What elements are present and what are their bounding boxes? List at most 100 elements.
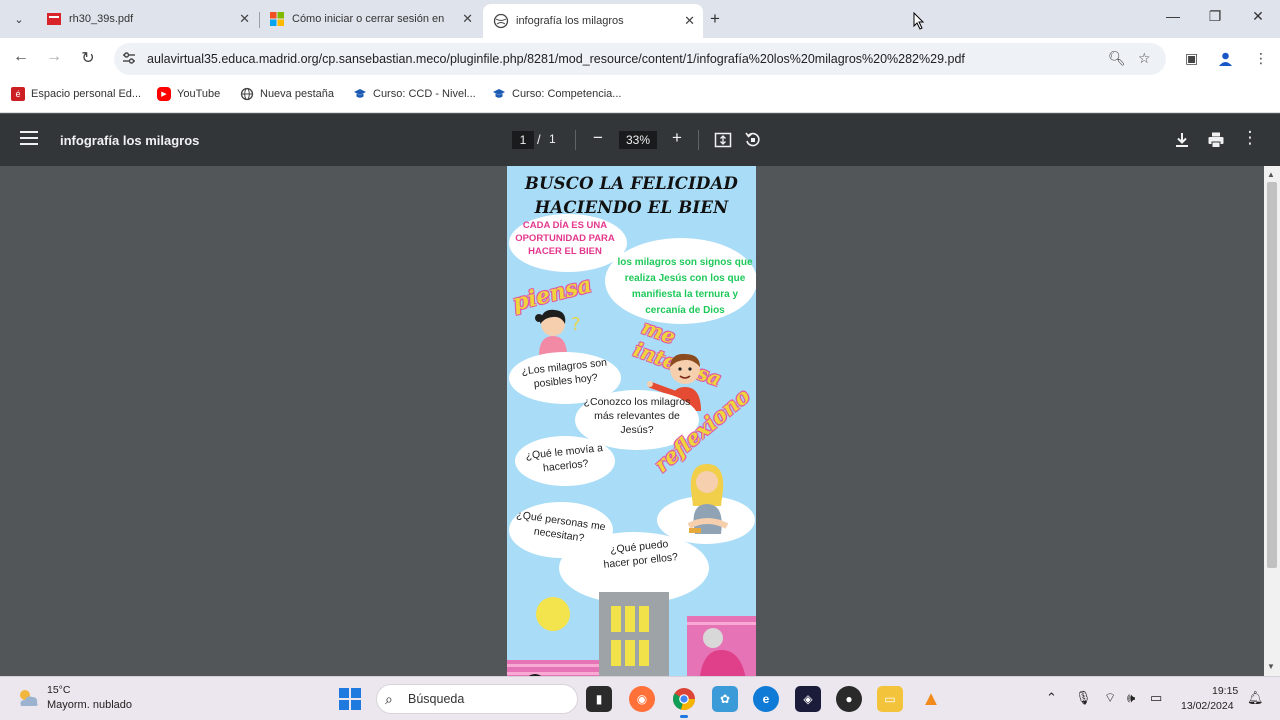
scroll-down-arrow-icon[interactable]: ▼ xyxy=(1267,662,1275,671)
title-line-1: BUSCO LA FELICIDAD xyxy=(524,174,739,193)
wifi-icon[interactable]: ⌔ xyxy=(1104,690,1116,706)
side-panel-icon[interactable]: ▣ xyxy=(1185,50,1198,67)
file-explorer-icon[interactable]: ▭ xyxy=(877,686,903,712)
download-icon[interactable] xyxy=(1173,131,1191,149)
mouse-cursor-icon xyxy=(913,12,925,30)
close-window-button[interactable]: ✕ xyxy=(1243,8,1273,25)
question-know-miracles: ¿Conozco los milagros más relevantes de … xyxy=(583,396,691,436)
bookmark-label: Curso: Competencia... xyxy=(512,88,622,100)
svg-text:?: ? xyxy=(571,314,581,335)
tab-strip: ⌄ rh30_39s.pdf ✕ Cómo iniciar o cerrar s… xyxy=(0,0,1280,38)
page-total: 1 xyxy=(549,132,556,146)
bookmark-label: YouTube xyxy=(177,88,221,100)
tab-microsoft-help[interactable]: Cómo iniciar o cerrar sesión en ✕ xyxy=(259,6,481,32)
site-globe-icon xyxy=(493,13,509,29)
windows-taskbar: 15°C Mayorm. nublado ⌕ Búsqueda ▮ ◉ ✿ e … xyxy=(0,676,1280,720)
reload-button[interactable]: ↻ xyxy=(77,48,99,68)
tab-search-button[interactable]: ⌄ xyxy=(8,8,30,30)
taskbar-search-box[interactable]: ⌕ Búsqueda xyxy=(376,684,578,714)
chevron-down-icon: ⌄ xyxy=(14,13,24,26)
search-icon: ⌕ xyxy=(385,691,393,707)
zoom-in-button[interactable]: + xyxy=(667,128,687,148)
notification-bell-icon[interactable]: 🔔︎ xyxy=(1247,690,1264,706)
graduation-cap-icon xyxy=(493,89,505,98)
bookmark-nueva-pestana[interactable]: Nueva pestaña xyxy=(240,87,334,101)
toolbar-divider xyxy=(698,130,699,150)
infographic-title: BUSCO LA FELICIDAD HACIENDO EL BIEN xyxy=(507,172,756,220)
new-tab-button[interactable]: + xyxy=(710,9,720,29)
hamburger-menu-icon[interactable] xyxy=(20,131,38,145)
chrome-logo-icon xyxy=(673,688,695,711)
toolbar-divider xyxy=(575,130,576,150)
task-view-icon[interactable]: ▮ xyxy=(586,686,612,712)
more-actions-icon[interactable]: ⋮ xyxy=(1240,128,1260,148)
tab-title: infografía los milagros xyxy=(516,15,624,27)
weather-cloudy-icon[interactable] xyxy=(16,687,40,709)
weather-temperature[interactable]: 15°C xyxy=(47,684,70,696)
daily-opportunity-text: CADA DÍA ES UNA OPORTUNIDAD PARA HACER E… xyxy=(515,220,615,257)
kebab-menu-icon[interactable]: ⋮ xyxy=(1254,50,1268,67)
pdf-page: BUSCO LA FELICIDAD HACIENDO EL BIEN CADA… xyxy=(507,166,756,676)
tab-rh30-pdf[interactable]: rh30_39s.pdf ✕ xyxy=(36,6,258,32)
bookmark-label: Curso: CCD - Nivel... xyxy=(373,88,476,100)
address-bar[interactable]: aulavirtual35.educa.madrid.org/cp.sanseb… xyxy=(114,43,1166,75)
show-hidden-icons-chevron[interactable]: ⌃ xyxy=(1046,690,1057,706)
battery-icon[interactable]: ▭ xyxy=(1150,690,1162,706)
clock-date[interactable]: 13/02/2024 xyxy=(1181,700,1234,712)
weather-description[interactable]: Mayorm. nublado xyxy=(47,699,132,711)
scroll-up-arrow-icon[interactable]: ▲ xyxy=(1267,170,1275,179)
print-icon[interactable] xyxy=(1207,131,1225,149)
rotate-icon[interactable] xyxy=(744,131,762,149)
windows-start-icon[interactable] xyxy=(339,688,361,710)
back-button[interactable]: ← xyxy=(10,48,32,66)
close-icon[interactable]: ✕ xyxy=(684,13,695,29)
close-icon[interactable]: ✕ xyxy=(462,11,473,27)
profile-avatar-icon[interactable] xyxy=(1217,50,1234,67)
browser-toolbar: ← → ↻ aulavirtual35.educa.madrid.org/cp.… xyxy=(0,38,1280,80)
bookmark-espacio-personal[interactable]: é Espacio personal Ed... xyxy=(11,87,141,101)
girl-reflecting-illustration xyxy=(687,464,729,534)
bookmark-star-icon[interactable]: ☆ xyxy=(1138,50,1151,67)
firefox-icon[interactable]: ◉ xyxy=(629,686,655,712)
obs-app-icon[interactable]: ● xyxy=(836,686,862,712)
minimize-button[interactable]: — xyxy=(1158,8,1188,24)
bookmark-curso-ccd[interactable]: Curso: CCD - Nivel... xyxy=(353,87,476,101)
volume-icon[interactable]: 🕪︎ xyxy=(1127,690,1135,706)
bookmark-youtube[interactable]: ▶ YouTube xyxy=(157,87,220,101)
pdf-toolbar: infografía los milagros 1 / 1 − 33% + ⋮ xyxy=(0,114,1280,166)
educamadrid-icon: é xyxy=(11,87,25,101)
tab-title: rh30_39s.pdf xyxy=(69,13,134,25)
graduation-cap-icon xyxy=(354,89,366,98)
forward-button[interactable]: → xyxy=(43,48,65,66)
bookmarks-bar: é Espacio personal Ed... ▶ YouTube Nueva… xyxy=(0,80,1280,113)
youtube-icon: ▶ xyxy=(157,87,171,101)
scrollbar-thumb[interactable] xyxy=(1267,182,1277,568)
search-placeholder: Búsqueda xyxy=(408,692,465,706)
zoom-search-icon[interactable]: 🔍︎ xyxy=(1108,50,1126,67)
tab-infografia[interactable]: infografía los milagros ✕ xyxy=(483,4,703,38)
microphone-icon[interactable]: 🎙︎ xyxy=(1075,690,1092,706)
page-separator: / xyxy=(537,132,541,147)
miracles-definition-text: los milagros son signos que realiza Jesú… xyxy=(617,257,753,316)
vlc-cone-icon[interactable]: ▲ xyxy=(918,686,944,712)
zoom-out-button[interactable]: − xyxy=(588,128,608,148)
chrome-icon[interactable] xyxy=(671,686,697,718)
microsoft-logo-icon xyxy=(270,12,284,26)
zoom-level-input[interactable]: 33% xyxy=(619,131,657,149)
bookmark-label: Espacio personal Ed... xyxy=(31,88,142,100)
fit-page-icon[interactable] xyxy=(714,131,732,149)
bookmark-curso-competencia[interactable]: Curso: Competencia... xyxy=(492,87,621,101)
url-text[interactable]: aulavirtual35.educa.madrid.org/cp.sanseb… xyxy=(147,52,965,66)
edge-icon[interactable]: e xyxy=(753,686,779,712)
photos-app-icon[interactable]: ✿ xyxy=(712,686,738,712)
close-icon[interactable]: ✕ xyxy=(239,11,250,27)
site-settings-icon[interactable] xyxy=(122,51,136,65)
bookmark-label: Nueva pestaña xyxy=(260,88,334,100)
pdf-viewer[interactable]: BUSCO LA FELICIDAD HACIENDO EL BIEN CADA… xyxy=(0,166,1264,676)
pdf-title: infografía los milagros xyxy=(60,133,200,148)
restore-button[interactable]: ❐ xyxy=(1200,8,1230,25)
clock-time[interactable]: 19:15 xyxy=(1212,685,1238,697)
pdf-file-icon xyxy=(47,13,61,25)
teams-app-icon[interactable]: ◈ xyxy=(795,686,821,712)
page-number-input[interactable]: 1 xyxy=(512,131,534,149)
